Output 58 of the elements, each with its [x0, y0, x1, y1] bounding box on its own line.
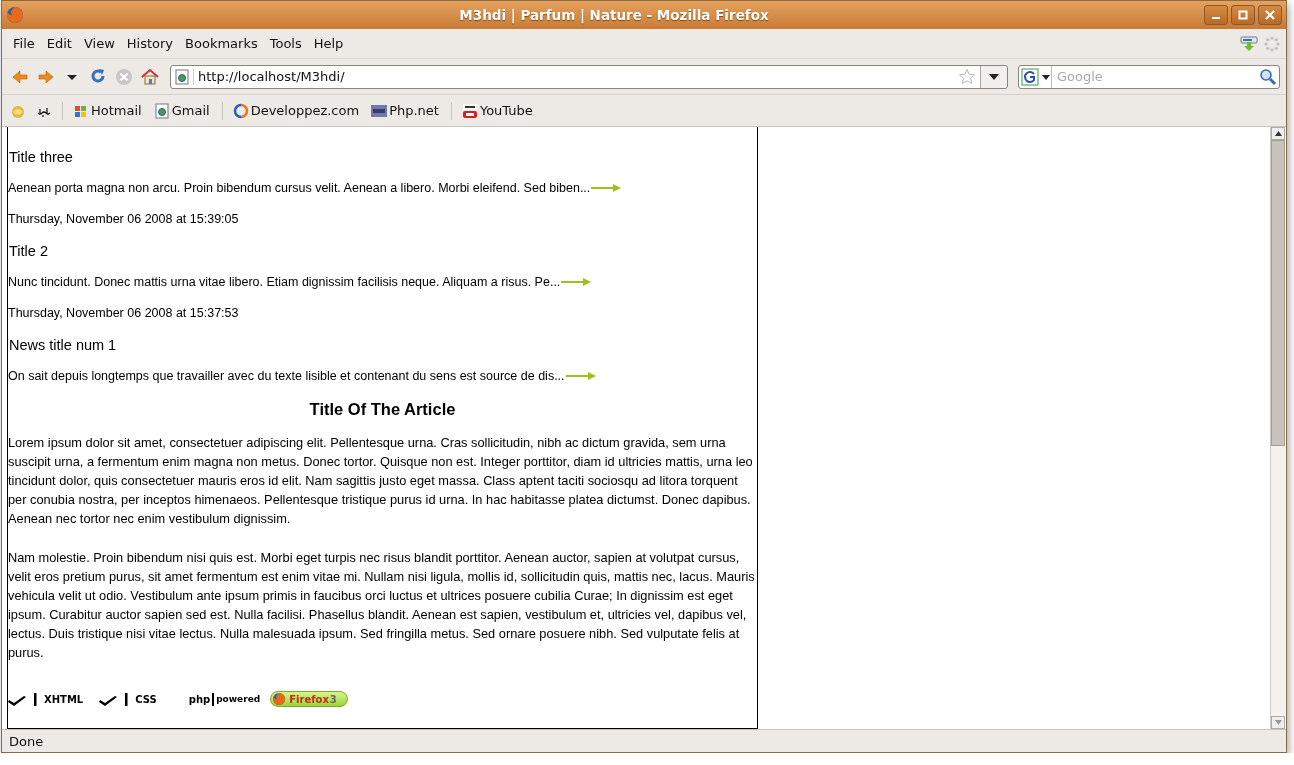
video-icon [461, 102, 478, 119]
bookmark-link[interactable]: Hotmail [73, 102, 142, 119]
bookmark-link[interactable]: Developpez.com [232, 102, 360, 119]
close-icon [1265, 10, 1275, 20]
ring-icon [232, 102, 249, 119]
news-date: Thursday, November 06 2008 at 15:37:53 [8, 306, 240, 320]
firefox-badge[interactable]: Firefox3 [270, 691, 348, 707]
minimize-icon [1212, 17, 1220, 19]
badge-label: CSS [135, 693, 157, 705]
news-title: Title 2 [8, 243, 49, 259]
news-excerpt: Nunc tincidunt. Donec mattis urna vitae libero. Etiam dignissim facilisis neque. Aliquam a risus. Pe... [8, 275, 561, 289]
search-icon[interactable] [1259, 67, 1277, 86]
news-title: News title num 1 [8, 337, 118, 353]
close-button[interactable] [1258, 5, 1282, 25]
minimize-button[interactable] [1204, 5, 1228, 25]
menu-item[interactable]: Bookmarks [179, 36, 264, 51]
window-title: M3hdi | Parfum | Nature - Mozilla Firefox [458, 7, 770, 23]
status-text: Done [9, 733, 44, 749]
caret-icon [989, 73, 999, 80]
badge-label: php [188, 693, 211, 705]
menu-item[interactable]: Help [307, 36, 350, 51]
menu-item[interactable]: History [120, 36, 180, 51]
article-paragraph: Lorem ipsum dolor sit amet, consectetuer adipiscing elit. Pellentesque urna. Cras sollicitudin, nibh ac dictum gravida, sem urna suscipit urna, a fermentum enim magna non metus. Donec tortor. Quisque non est. Integer porttitor, diam id ultricies mattis, urna leo tincidunt dolor, quis consectetuer mauris eros id elit. Nam sagittis justo eget massa. Class aptent taciti sociosqu ad litora torquent per conubia nostra, per inceptos himenaeos. Pellentesque tristique purus id urna. In hac habitasse platea dictumst. Donec dapibus. Aenean nec tortor nec enim vestibulum dignissim. [8, 434, 754, 528]
maximize-icon [1238, 10, 1248, 20]
firefox-logo-icon [6, 6, 24, 24]
search-input[interactable]: Google [1052, 68, 1259, 85]
menu-item[interactable]: Edit [40, 36, 78, 51]
bookmark-link[interactable]: Gmail [153, 102, 210, 119]
scrollbar[interactable] [1270, 127, 1285, 729]
dropdown-button[interactable] [980, 65, 1007, 88]
firefox-logo-icon [272, 692, 287, 706]
news-date: Thursday, November 06 2008 at 15:39:05 [8, 212, 240, 226]
php-icon [371, 102, 388, 119]
page-icon [174, 68, 194, 85]
download-icon[interactable] [1240, 35, 1258, 52]
news-title: Title three [8, 149, 74, 165]
home-icon[interactable] [140, 66, 160, 87]
scroll-up-icon[interactable] [1274, 131, 1282, 136]
scroll-down-icon[interactable] [1274, 720, 1282, 725]
menu-item[interactable]: View [77, 36, 121, 51]
news-excerpt: Aenean porta magna non arcu. Proin bibendum cursus velit. Aenean a libero. Morbi eleifend. Sed biben... [8, 181, 591, 195]
badge-label: XHTML [44, 693, 84, 705]
address-field[interactable]: http://localhost/M3hdi/ [170, 64, 1008, 89]
maximize-button[interactable] [1231, 5, 1255, 25]
star-icon[interactable] [958, 67, 976, 86]
menu-item[interactable]: File [7, 36, 41, 51]
article-title: Title Of The Article [308, 400, 457, 419]
check-mark-icon [99, 692, 130, 706]
news-excerpt: On sait depuis longtemps que travailler avec du texte lisible et contenant du sens est source de dis... [8, 369, 565, 383]
search-field[interactable]: Google [1018, 64, 1280, 89]
bookmark-link[interactable]: Php.net [371, 102, 439, 119]
badge-label: powered [216, 694, 261, 704]
menu-item[interactable]: Tools [263, 36, 308, 51]
bookmark-link[interactable]: YouTube [461, 102, 533, 119]
loading-spinner-icon [1264, 35, 1280, 52]
search-engine-button[interactable] [1021, 67, 1051, 86]
article-paragraph: Nam molestie. Proin bibendum nisi quis est. Morbi eget turpis nec risus blandit porttitor. Aenean auctor, sapien at volutpat cursus, velit eros pretium purus, sit amet fermentum est enim vitae mi. Nullam nisi ligula, mollis id, sollicitudin quis, mattis nec, lacus. Mauris vehicula velit ut odio. Vestibulum ante ipsum primis in faucibus orci luctus et ultrices posuere cubilia Curae; In dignissim est eget ipsum. Curabitur auctor sapien sed est. Nulla facilisi. Phasellus blandit. Aenean est sapien, vestibulum et, ultricies vel, dapibus vel, lectus. Duis tristique nisi vitae lectus. Nulla malesuada ipsum. Sed fringilla metus. Sed ornare posuere nibh. Sed vulputate felis at purus. [8, 549, 756, 662]
page-icon [153, 102, 170, 119]
